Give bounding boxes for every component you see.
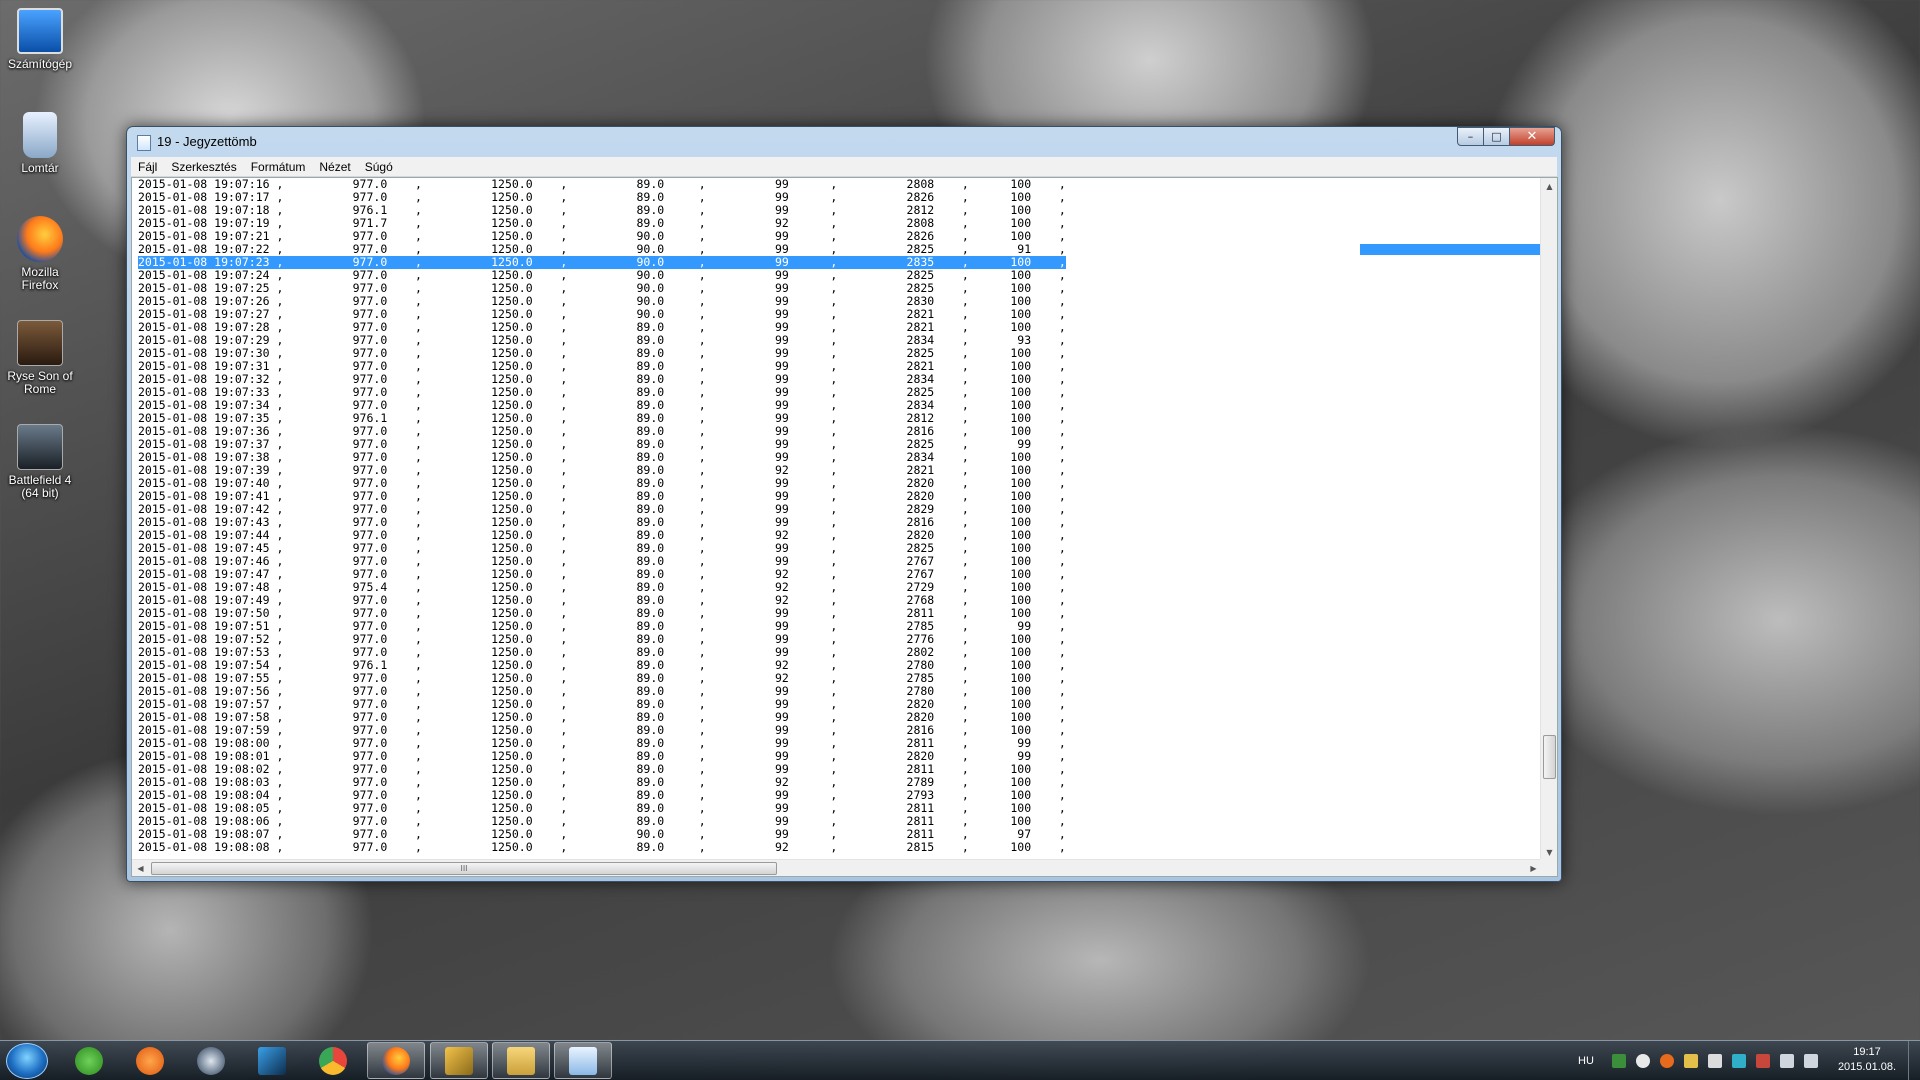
clock-date: 2015.01.08. [1837,1061,1897,1073]
scroll-left-icon[interactable]: ◀ [132,860,149,876]
computer-icon [17,8,63,54]
firefox-icon [17,216,63,262]
menu-format[interactable]: Formátum [244,160,313,174]
tray-app-icon[interactable] [1612,1054,1626,1068]
start-button[interactable] [6,1043,48,1079]
menu-bar: Fájl Szerkesztés Formátum Nézet Súgó [131,157,1557,177]
steam-icon [197,1046,225,1075]
selection-highlight [1360,244,1542,255]
desktop-icon-label: Számítógép [7,57,73,71]
maximize-button[interactable]: □ [1483,127,1510,146]
menu-view[interactable]: Nézet [312,160,357,174]
flag-icon[interactable] [1708,1054,1722,1068]
tool-icon [445,1046,473,1075]
text-line[interactable]: 2015-01-08 19:08:08 , 977.0 , 1250.0 , 8… [138,841,1066,854]
firefox-icon [382,1046,410,1075]
network-icon[interactable] [1780,1054,1794,1068]
taskbar-utorrent[interactable] [60,1042,118,1079]
battlefield-taskbar-icon [258,1046,286,1075]
taskbar-steam[interactable] [182,1042,240,1079]
chrome-icon [319,1046,347,1075]
clock-time: 19:17 [1853,1046,1881,1058]
taskbar-notepad[interactable] [554,1042,612,1079]
vertical-scroll-thumb[interactable] [1543,735,1556,779]
taskbar-firefox[interactable] [367,1042,425,1079]
taskbar-origin[interactable] [121,1042,179,1079]
horizontal-scrollbar[interactable]: ◀ III ▶ [132,859,1542,876]
horizontal-scroll-thumb[interactable]: III [151,862,777,875]
taskbar-battlefield[interactable] [243,1042,301,1079]
desktop-icon-label: Battlefield 4 (64 bit) [8,473,72,500]
scroll-grip: III [460,864,468,873]
network-app-icon[interactable] [1732,1054,1746,1068]
origin-icon [136,1046,164,1075]
menu-edit[interactable]: Szerkesztés [164,160,243,174]
window-title: 19 - Jegyzettömb [157,134,257,149]
taskbar: HU 19:17 2015.01.08. [0,1040,1920,1080]
tray-amd-icon[interactable] [1756,1054,1770,1068]
tray-steam-icon[interactable] [1636,1054,1650,1068]
explorer-icon [507,1046,535,1075]
notepad-window[interactable]: 19 - Jegyzettömb – □ ✕ Fájl Szerkesztés … [126,126,1562,882]
desktop-icon-label: Mozilla Firefox [21,265,59,292]
tray-origin-icon[interactable] [1660,1054,1674,1068]
desktop-icon-label: Ryse Son of Rome [7,369,73,396]
text-content[interactable]: 2015-01-08 19:07:16 , 977.0 , 1250.0 , 8… [132,178,1542,861]
taskbar-tool[interactable] [430,1042,488,1079]
close-button[interactable]: ✕ [1509,127,1555,146]
desktop-icon-computer[interactable]: Számítógép [4,8,76,71]
language-indicator[interactable]: HU [1578,1041,1594,1080]
clock[interactable]: 19:17 2015.01.08. [1826,1045,1908,1075]
desktop-icon-firefox[interactable]: Mozilla Firefox [4,216,76,292]
recycle-bin-icon [23,112,57,158]
text-editor[interactable]: 2015-01-08 19:07:16 , 977.0 , 1250.0 , 8… [131,177,1558,877]
vertical-scrollbar[interactable]: ▲ ▼ [1540,178,1557,861]
minimize-button[interactable]: – [1457,127,1484,146]
show-desktop-button[interactable] [1908,1041,1920,1080]
utorrent-icon [75,1046,103,1075]
taskbar-explorer[interactable] [492,1042,550,1079]
desktop-icon-battlefield[interactable]: Battlefield 4 (64 bit) [4,424,76,500]
desktop-icon-ryse[interactable]: Ryse Son of Rome [4,320,76,396]
taskbar-chrome[interactable] [304,1042,362,1079]
scroll-up-icon[interactable]: ▲ [1541,178,1557,195]
volume-icon[interactable] [1804,1054,1818,1068]
size-grip[interactable] [1540,859,1557,876]
tray-tool-icon[interactable] [1684,1054,1698,1068]
desktop-icon-label: Lomtár [21,161,59,175]
notepad-icon [137,135,151,151]
battlefield-icon [17,424,63,470]
ryse-icon [17,320,63,366]
menu-file[interactable]: Fájl [131,160,164,174]
notepad-icon [569,1046,597,1075]
desktop-icon-recycle-bin[interactable]: Lomtár [4,112,76,175]
title-bar[interactable]: 19 - Jegyzettömb – □ ✕ [127,127,1561,157]
menu-help[interactable]: Súgó [358,160,400,174]
